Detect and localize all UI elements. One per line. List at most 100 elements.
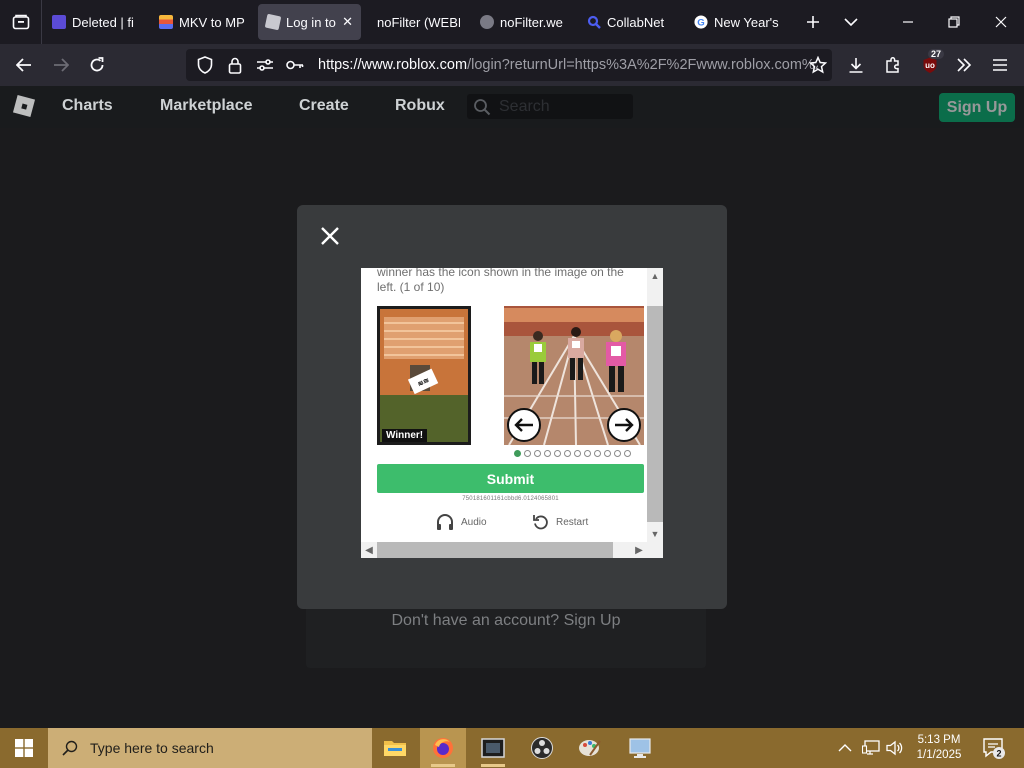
scroll-down-arrow-icon[interactable]: ▼ bbox=[647, 526, 663, 542]
no-account-signup-link[interactable]: Don't have an account? Sign Up bbox=[306, 612, 706, 630]
taskbar-obs[interactable] bbox=[519, 728, 565, 768]
tab-title: MKV to MP bbox=[179, 14, 245, 30]
captcha-horizontal-scrollbar[interactable]: ◀ ▶ bbox=[361, 542, 663, 558]
captcha-submit-button[interactable]: Submit bbox=[377, 464, 644, 493]
pagination-dot[interactable] bbox=[554, 450, 561, 457]
pagination-dot[interactable] bbox=[614, 450, 621, 457]
taskbar-paint-app[interactable] bbox=[567, 728, 613, 768]
tab-nofilter-we[interactable]: noFilter.we bbox=[472, 4, 575, 40]
reload-icon bbox=[90, 57, 104, 72]
pagination-dot[interactable] bbox=[624, 450, 631, 457]
navigation-toolbar: https://www.roblox.com/login?returnUrl=h… bbox=[0, 44, 1024, 86]
captcha-vertical-scrollbar[interactable]: ▲ ▼ bbox=[647, 268, 663, 542]
tab-new-years[interactable]: G New Year's bbox=[686, 4, 789, 40]
restart-challenge-button[interactable]: Restart bbox=[532, 513, 588, 531]
lock-icon[interactable] bbox=[224, 54, 246, 76]
pagination-dot[interactable] bbox=[574, 450, 581, 457]
close-tab-icon[interactable]: ✕ bbox=[342, 14, 353, 30]
reference-image: ≋≋ Winner! bbox=[377, 306, 471, 445]
downloads-button[interactable] bbox=[838, 47, 874, 83]
nav-create[interactable]: Create bbox=[299, 97, 349, 115]
pagination-dot[interactable] bbox=[524, 450, 531, 457]
tab-nofilter-webp[interactable]: noFilter (WEBP bbox=[365, 4, 468, 40]
pagination-dot[interactable] bbox=[544, 450, 551, 457]
captcha-instructions: winner has the icon shown in the image o… bbox=[377, 268, 624, 294]
plus-icon bbox=[807, 16, 819, 28]
tab-collabnet[interactable]: CollabNet bbox=[579, 4, 682, 40]
close-icon[interactable] bbox=[319, 225, 341, 247]
address-bar[interactable]: https://www.roblox.com/login?returnUrl=h… bbox=[186, 49, 832, 81]
browser-tab-strip: Deleted | fi MKV to MP Log in to ✕ noFil… bbox=[0, 0, 1024, 44]
nav-marketplace[interactable]: Marketplace bbox=[160, 97, 253, 115]
pagination-dot[interactable] bbox=[604, 450, 611, 457]
notification-center-button[interactable]: 2 bbox=[982, 728, 1006, 768]
captcha-session-id: 750181601161cbbd6.0124065801 bbox=[462, 496, 559, 502]
next-image-button[interactable] bbox=[607, 408, 641, 442]
pagination-dot[interactable] bbox=[564, 450, 571, 457]
permissions-icon[interactable] bbox=[254, 54, 276, 76]
start-button[interactable] bbox=[0, 728, 48, 768]
scrollbar-thumb[interactable] bbox=[647, 306, 663, 522]
tab-title: New Year's bbox=[714, 14, 779, 30]
forward-button[interactable] bbox=[43, 47, 79, 83]
pagination-dot[interactable] bbox=[594, 450, 601, 457]
windows-logo-icon bbox=[15, 739, 33, 757]
network-icon[interactable] bbox=[862, 728, 880, 768]
restart-icon bbox=[533, 515, 548, 530]
more-tools-button[interactable] bbox=[946, 47, 982, 83]
pagination-dot[interactable] bbox=[534, 450, 541, 457]
nav-charts[interactable]: Charts bbox=[62, 97, 113, 115]
show-hidden-icons-button[interactable] bbox=[838, 728, 852, 768]
scroll-up-arrow-icon[interactable]: ▲ bbox=[647, 268, 663, 284]
scroll-right-arrow-icon[interactable]: ▶ bbox=[631, 542, 647, 558]
tab-deleted[interactable]: Deleted | fi bbox=[44, 4, 147, 40]
search-favicon-icon bbox=[587, 15, 601, 29]
url-path: /login?returnUrl=https%3A%2F%2Fwww.roblo… bbox=[467, 57, 818, 73]
close-icon bbox=[995, 16, 1007, 28]
restore-icon bbox=[948, 16, 960, 28]
extensions-button[interactable] bbox=[875, 47, 911, 83]
scroll-left-arrow-icon[interactable]: ◀ bbox=[361, 542, 377, 558]
audio-challenge-button[interactable]: Audio bbox=[435, 513, 487, 531]
ublock-extension-button[interactable]: uo 27 bbox=[912, 47, 948, 83]
shield-icon[interactable] bbox=[194, 54, 216, 76]
restore-button[interactable] bbox=[931, 0, 977, 44]
taskbar-firefox[interactable] bbox=[420, 728, 466, 768]
volume-icon[interactable] bbox=[886, 728, 904, 768]
pagination-dot[interactable] bbox=[584, 450, 591, 457]
search-input[interactable] bbox=[499, 97, 619, 116]
close-window-button[interactable] bbox=[978, 0, 1024, 44]
scrollbar-thumb[interactable] bbox=[377, 542, 613, 558]
google-favicon-icon: G bbox=[694, 15, 708, 29]
clock-time: 5:13 PM bbox=[917, 734, 961, 746]
header-signup-button[interactable]: Sign Up bbox=[939, 93, 1015, 122]
captcha-modal: winner has the icon shown in the image o… bbox=[297, 205, 727, 609]
new-tab-button[interactable] bbox=[797, 6, 829, 38]
tab-mkv-to-mp[interactable]: MKV to MP bbox=[151, 4, 254, 40]
tab-list-button[interactable] bbox=[0, 0, 42, 44]
nav-robux[interactable]: Robux bbox=[395, 97, 445, 115]
minimize-button[interactable] bbox=[885, 0, 931, 44]
taskbar-search-placeholder: Type here to search bbox=[90, 740, 214, 756]
taskbar-media-app[interactable] bbox=[470, 728, 516, 768]
tab-roblox-login[interactable]: Log in to ✕ bbox=[258, 4, 361, 40]
list-all-tabs-button[interactable] bbox=[835, 6, 867, 38]
previous-image-button[interactable] bbox=[507, 408, 541, 442]
notification-icon: 2 bbox=[983, 738, 1005, 759]
taskbar-search-box[interactable]: Type here to search bbox=[48, 728, 372, 768]
winner-label: Winner! bbox=[382, 429, 428, 442]
key-icon[interactable] bbox=[284, 54, 306, 76]
taskbar-remote-desktop[interactable] bbox=[617, 728, 663, 768]
reload-button[interactable] bbox=[79, 47, 115, 83]
minimize-icon bbox=[903, 21, 913, 23]
back-button[interactable] bbox=[6, 47, 42, 83]
candidate-image bbox=[504, 306, 644, 445]
roblox-logo-icon[interactable] bbox=[11, 93, 37, 119]
roblox-search-box[interactable] bbox=[467, 94, 633, 119]
bookmark-button[interactable] bbox=[800, 47, 836, 83]
pagination-dot[interactable] bbox=[514, 450, 521, 457]
app-menu-button[interactable] bbox=[982, 47, 1018, 83]
taskbar-file-explorer[interactable] bbox=[372, 728, 418, 768]
taskbar-clock[interactable]: 5:13 PM 1/1/2025 bbox=[908, 733, 970, 763]
firefox-icon bbox=[433, 738, 453, 758]
